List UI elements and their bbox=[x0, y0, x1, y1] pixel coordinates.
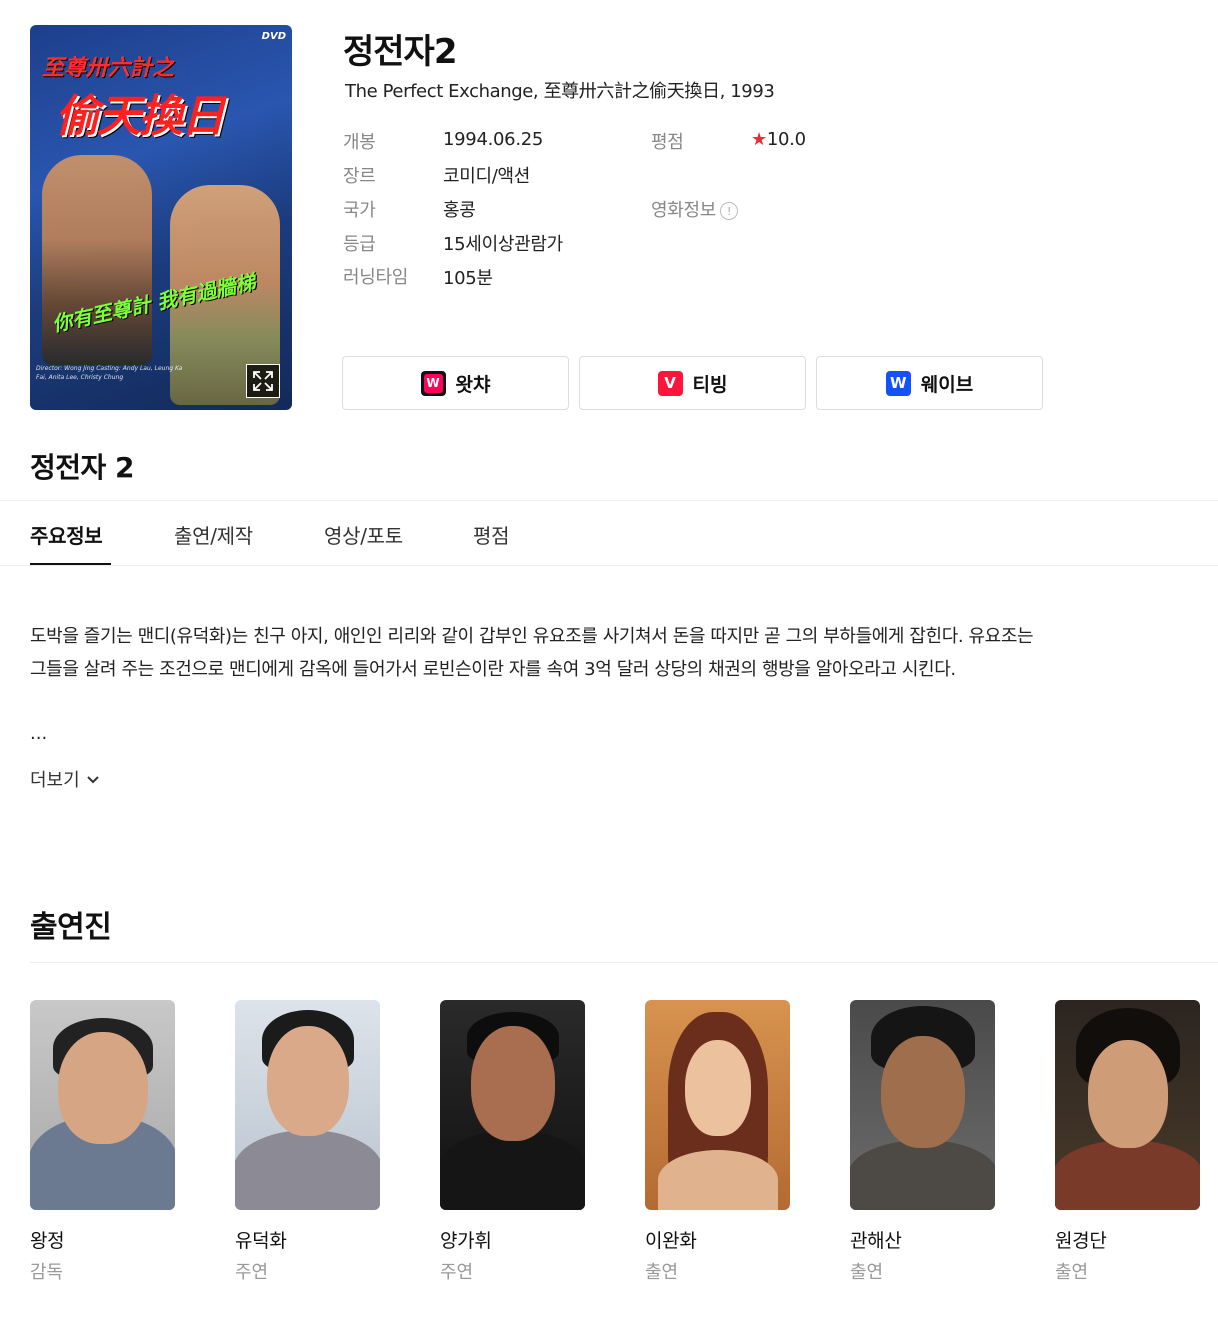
cast-role: 주연 bbox=[235, 1262, 269, 1283]
cast-role: 감독 bbox=[30, 1262, 64, 1283]
movie-subtitle: The Perfect Exchange, 至尊卅六計之偷天換日, 1993 bbox=[345, 81, 775, 102]
movie-info-label: 영화정보 bbox=[651, 200, 717, 221]
release-label: 개봉 bbox=[343, 132, 376, 153]
expand-icon bbox=[253, 371, 273, 391]
tving-label: 티빙 bbox=[692, 373, 728, 396]
cast-role: 주연 bbox=[440, 1262, 474, 1283]
cast-name: 원경단 bbox=[1055, 1230, 1107, 1252]
cast-name: 양가휘 bbox=[440, 1230, 492, 1252]
tab-cast-production[interactable]: 출연/제작 bbox=[174, 520, 253, 549]
wavve-button[interactable]: W 웨이브 bbox=[816, 356, 1043, 410]
section-title: 정전자 2 bbox=[30, 451, 135, 484]
more-label: 더보기 bbox=[30, 770, 80, 791]
tab-main-info[interactable]: 주요정보 bbox=[30, 520, 103, 549]
movie-poster[interactable]: DVD 至尊卅六計之 偷天換日 你有至尊計 我有過牆梯 Director: Wo… bbox=[30, 25, 292, 410]
cast-name: 이완화 bbox=[645, 1230, 697, 1252]
cast-title: 출연진 bbox=[30, 910, 112, 945]
cast-role: 출연 bbox=[645, 1262, 679, 1283]
tving-button[interactable]: V 티빙 bbox=[579, 356, 806, 410]
cast-role: 출연 bbox=[1055, 1262, 1089, 1283]
score-label: 평점 bbox=[651, 132, 684, 153]
movie-info-link[interactable]: 영화정보! bbox=[651, 196, 739, 222]
country-label: 국가 bbox=[343, 200, 376, 221]
cast-photo bbox=[645, 1000, 790, 1210]
more-button[interactable]: 더보기 bbox=[30, 766, 100, 792]
country-value: 홍콩 bbox=[443, 200, 476, 221]
poster-title-small: 至尊卅六計之 bbox=[42, 56, 175, 81]
cast-card[interactable]: 관해산 출연 bbox=[850, 1000, 995, 1284]
synopsis-text: 도박을 즐기는 맨디(유덕화)는 친구 아지, 애인인 리리와 같이 갑부인 유… bbox=[30, 626, 1034, 680]
cast-divider bbox=[30, 962, 1218, 963]
cast-card[interactable]: 왕정 감독 bbox=[30, 1000, 175, 1284]
movie-title: 정전자2 bbox=[343, 32, 457, 72]
genre-value: 코미디/액션 bbox=[443, 166, 531, 187]
tab-rating[interactable]: 평점 bbox=[473, 520, 510, 549]
cast-name: 왕정 bbox=[30, 1230, 65, 1252]
poster-title-big: 偷天換日 bbox=[55, 91, 225, 142]
cast-photo bbox=[440, 1000, 585, 1210]
star-icon: ★ bbox=[751, 129, 767, 150]
cast-photo bbox=[1055, 1000, 1200, 1210]
tab-divider bbox=[0, 565, 1218, 566]
poster-dvd-mark: DVD bbox=[261, 31, 286, 42]
cast-role: 출연 bbox=[850, 1262, 884, 1283]
watcha-label: 왓챠 bbox=[455, 373, 491, 396]
cast-photo bbox=[850, 1000, 995, 1210]
tab-video-photo[interactable]: 영상/포토 bbox=[324, 520, 403, 549]
rating-label: 등급 bbox=[343, 234, 376, 255]
release-value: 1994.06.25 bbox=[443, 129, 544, 150]
cast-card[interactable]: 이완화 출연 bbox=[645, 1000, 790, 1284]
watcha-button[interactable]: W 왓챠 bbox=[342, 356, 569, 410]
tving-icon: V bbox=[657, 370, 683, 396]
synopsis-ellipsis: ... bbox=[30, 723, 48, 744]
score-display: ★10.0 bbox=[751, 129, 806, 150]
runtime-value: 105분 bbox=[443, 268, 493, 289]
cast-name: 유덕화 bbox=[235, 1230, 287, 1252]
chevron-down-icon bbox=[86, 776, 99, 784]
wavve-label: 웨이브 bbox=[920, 373, 974, 396]
expand-poster-button[interactable] bbox=[246, 364, 280, 398]
cast-photo bbox=[235, 1000, 380, 1210]
watcha-icon: W bbox=[420, 370, 446, 396]
info-notice-icon[interactable]: ! bbox=[720, 202, 739, 220]
runtime-label: 러닝타임 bbox=[343, 267, 409, 288]
cast-photo bbox=[30, 1000, 175, 1210]
rating-value: 15세이상관람가 bbox=[443, 234, 563, 255]
divider bbox=[0, 500, 1218, 501]
cast-card[interactable]: 원경단 출연 bbox=[1055, 1000, 1200, 1284]
cast-card[interactable]: 유덕화 주연 bbox=[235, 1000, 380, 1284]
score-value: 10.0 bbox=[766, 129, 806, 150]
poster-credit: Director: Wong Jing Casting: Andy Lau, L… bbox=[36, 365, 183, 381]
genre-label: 장르 bbox=[343, 166, 376, 187]
cast-card[interactable]: 양가휘 주연 bbox=[440, 1000, 585, 1284]
cast-name: 관해산 bbox=[850, 1230, 902, 1252]
wavve-icon: W bbox=[885, 370, 911, 396]
